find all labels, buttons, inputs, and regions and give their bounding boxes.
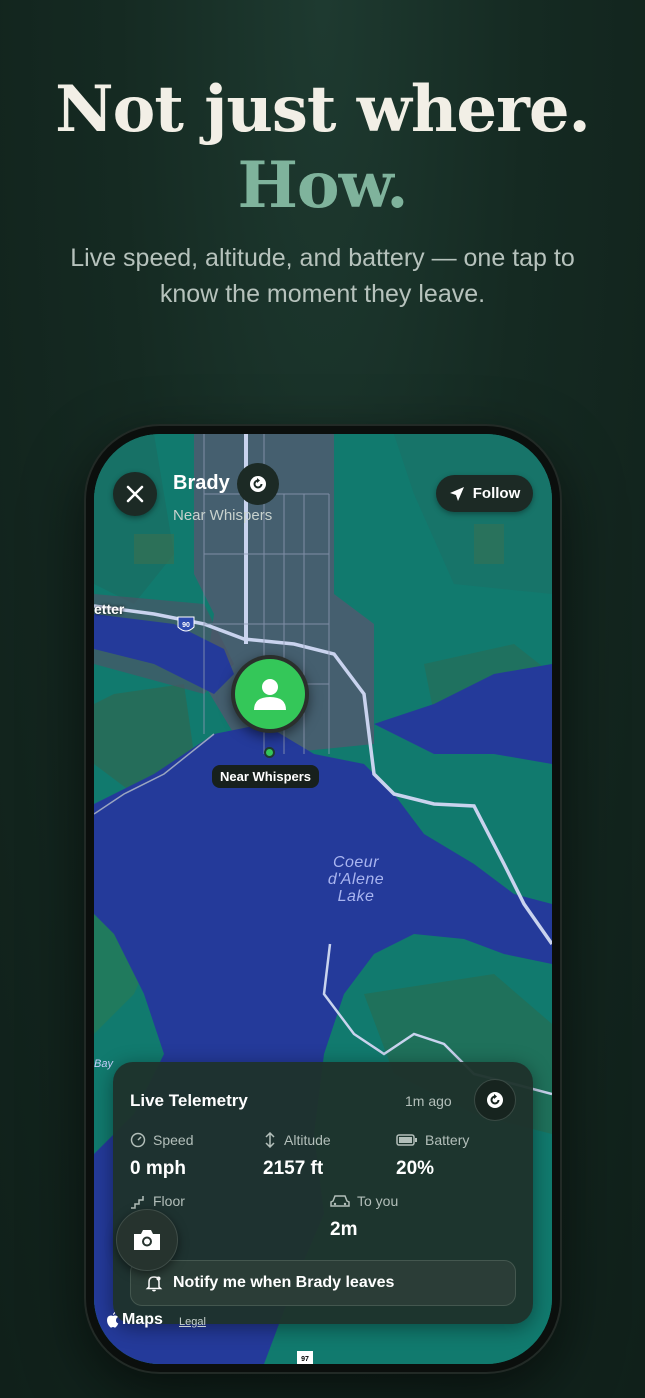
speed-label: Speed [153,1132,194,1148]
floor-label: Floor [153,1193,185,1209]
telemetry-refresh-button[interactable] [474,1079,516,1121]
notify-label: Notify me when Brady leaves [173,1274,395,1291]
pin-dot [264,747,275,758]
speedometer-icon [130,1132,146,1148]
person-icon [254,679,286,710]
svg-text:97: 97 [301,1356,309,1363]
maps-attribution: Maps [106,1311,163,1329]
bell-icon [145,1276,163,1292]
notify-button[interactable]: Notify me when Brady leaves [130,1260,516,1306]
map-city-label: etter [94,601,125,617]
car-icon [330,1195,350,1207]
close-icon [126,485,144,503]
stat-speed: Speed 0 mph [130,1132,193,1180]
altitude-label: Altitude [284,1132,331,1148]
follow-label: Follow [472,485,521,502]
stat-battery: Battery 20% [396,1132,469,1180]
apple-logo-icon [107,1312,119,1328]
maps-brand-label: Maps [122,1311,163,1328]
speed-value: 0 mph [130,1158,186,1179]
toyou-label: To you [357,1193,399,1209]
battery-icon [396,1134,417,1146]
phone-screen: 90 97 etter Bay Coeur d'Alene Lake Brady… [94,434,552,1364]
person-map-pin[interactable] [231,655,309,733]
headline-line-2: How. [237,148,408,223]
telemetry-updated: 1m ago [405,1093,452,1109]
battery-label: Battery [425,1132,470,1148]
telemetry-title: Live Telemetry [130,1091,248,1110]
map-lake-label: Coeur d'Alene Lake [327,854,385,905]
maps-legal-link[interactable]: Legal [179,1316,206,1328]
headline: Not just where. How. [0,72,645,224]
header-refresh-button[interactable] [237,463,279,505]
map-bay-label: Bay [94,1058,113,1070]
headline-line-1: Not just where. [55,72,591,147]
close-button[interactable] [113,472,157,516]
stat-to-you: To you 2m [330,1193,398,1241]
stairs-icon [131,1196,144,1209]
svg-text:90: 90 [182,622,190,629]
person-location: Near Whispers [173,507,273,524]
location-arrow-icon [449,486,464,501]
toyou-value: 2m [330,1219,358,1240]
camera-icon [134,1230,160,1250]
telemetry-panel: Live Telemetry 1m ago Speed 0 mph Altitu… [113,1062,533,1324]
altitude-icon [265,1132,275,1148]
stat-altitude: Altitude 2157 ft [263,1132,331,1180]
altitude-value: 2157 ft [263,1158,324,1179]
subhead: Live speed, altitude, and battery — one … [70,244,575,308]
person-name: Brady [173,472,230,494]
camera-button[interactable] [116,1209,178,1271]
pin-label: Near Whispers [212,765,320,788]
refresh-icon [487,1092,503,1108]
refresh-icon [250,476,266,492]
follow-button[interactable]: Follow [436,475,533,512]
battery-value: 20% [396,1158,435,1179]
